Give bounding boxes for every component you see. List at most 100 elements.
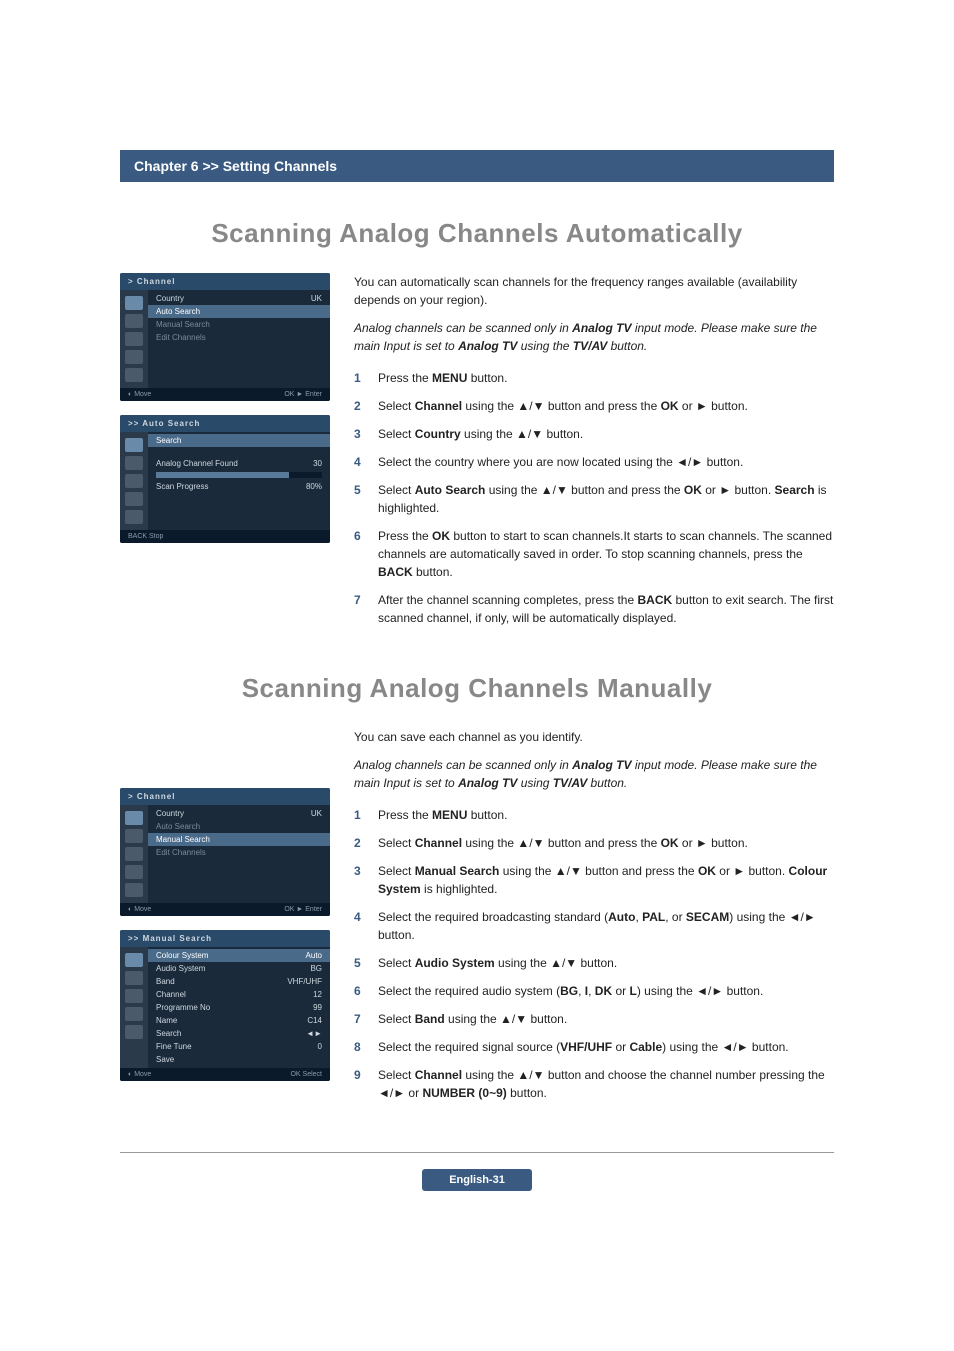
osd-row-value: ◄►	[306, 1029, 322, 1038]
step-number: 3	[354, 425, 368, 443]
osd-row-label: Country	[156, 294, 184, 303]
osd-row-label: Audio System	[156, 964, 205, 973]
osd-title: > Channel	[120, 788, 330, 805]
step-text: After the channel scanning completes, pr…	[378, 591, 834, 627]
osd-progress-bar	[156, 472, 322, 478]
step-number: 5	[354, 954, 368, 972]
step-number: 4	[354, 453, 368, 471]
page-container: Chapter 6 >> Setting Channels Scanning A…	[0, 0, 954, 1251]
osd-icon	[125, 1007, 143, 1021]
chapter-heading: Chapter 6 >> Setting Channels	[120, 150, 834, 182]
osd-icon	[125, 492, 143, 506]
osd-row-label: Edit Channels	[156, 848, 206, 857]
osd-icon	[125, 829, 143, 843]
osd-row-label: Manual Search	[156, 835, 210, 844]
section1-screenshots: > Channel Country UK Auto Search Manual S…	[120, 273, 330, 637]
section-title-auto: Scanning Analog Channels Automatically	[120, 218, 834, 249]
intro-text: You can automatically scan channels for …	[354, 273, 834, 309]
osd-row-label: Save	[156, 1055, 174, 1064]
step-number: 5	[354, 481, 368, 517]
osd-icon	[125, 438, 143, 452]
osd-row-value: C14	[307, 1016, 322, 1025]
osd-auto-search: >> Auto Search Search Analog Channel Fou…	[120, 415, 330, 543]
step-text: Select Channel using the ▲/▼ button and …	[378, 397, 834, 415]
osd-icon	[125, 296, 143, 310]
osd-icon	[125, 989, 143, 1003]
osd-footer-hint: OK ► Enter	[284, 906, 322, 913]
osd-row-value: UK	[311, 294, 322, 303]
osd-title: > Channel	[120, 273, 330, 290]
osd-icon	[125, 314, 143, 328]
osd-footer-hint: ◐ Move	[128, 391, 151, 398]
osd-row-value: VHF/UHF	[287, 977, 322, 986]
osd-row-value: UK	[311, 809, 322, 818]
osd-icon	[125, 1025, 143, 1039]
section2-screenshots: > Channel Country UK Auto Search Manual S…	[120, 728, 330, 1112]
osd-row-value: Auto	[306, 951, 322, 960]
step-text: Select Audio System using the ▲/▼ button…	[378, 954, 834, 972]
step-number: 8	[354, 1038, 368, 1056]
note-text: Analog channels can be scanned only in A…	[354, 319, 834, 355]
step-number: 4	[354, 908, 368, 944]
step-text: Press the MENU button.	[378, 806, 834, 824]
osd-icon	[125, 953, 143, 967]
osd-title: >> Manual Search	[120, 930, 330, 947]
osd-icon	[125, 847, 143, 861]
osd-footer-hint: ◐ Move	[128, 1071, 151, 1078]
osd-row-label: Search	[156, 436, 181, 445]
step-text: Select the required signal source (VHF/U…	[378, 1038, 834, 1056]
step-text: Select the required broadcasting standar…	[378, 908, 834, 944]
osd-row-value: BG	[310, 964, 322, 973]
step-number: 7	[354, 1010, 368, 1028]
osd-row-label: Channel	[156, 990, 186, 999]
note-text: Analog channels can be scanned only in A…	[354, 756, 834, 792]
section2-content: > Channel Country UK Auto Search Manual S…	[120, 728, 834, 1112]
osd-found-value: 30	[313, 459, 322, 468]
osd-icon	[125, 474, 143, 488]
osd-progress-label: Scan Progress	[156, 482, 208, 491]
step-text: Select Channel using the ▲/▼ button and …	[378, 834, 834, 852]
osd-icon	[125, 368, 143, 382]
osd-icon	[125, 811, 143, 825]
osd-row-label: Auto Search	[156, 822, 200, 831]
osd-row-label: Search	[156, 1029, 181, 1038]
osd-row-label: Manual Search	[156, 320, 210, 329]
osd-row-label: Country	[156, 809, 184, 818]
footer-divider	[120, 1152, 834, 1153]
osd-found-label: Analog Channel Found	[156, 459, 238, 468]
step-text: Select Channel using the ▲/▼ button and …	[378, 1066, 834, 1102]
step-number: 3	[354, 862, 368, 898]
osd-icon	[125, 510, 143, 524]
step-text: Select Country using the ▲/▼ button.	[378, 425, 834, 443]
osd-icon	[125, 971, 143, 985]
osd-manual-search: >> Manual Search Colour System Auto Audio…	[120, 930, 330, 1081]
osd-footer-hint: OK Select	[290, 1071, 322, 1078]
step-number: 6	[354, 527, 368, 581]
step-number: 1	[354, 369, 368, 387]
osd-icon	[125, 332, 143, 346]
osd-row-value: 12	[313, 990, 322, 999]
osd-icon	[125, 883, 143, 897]
step-text: Press the MENU button.	[378, 369, 834, 387]
osd-row-label: Auto Search	[156, 307, 200, 316]
osd-row-label: Programme No	[156, 1003, 210, 1012]
step-text: Select the required audio system (BG, I,…	[378, 982, 834, 1000]
page-number-badge: English-31	[422, 1169, 532, 1191]
step-number: 2	[354, 834, 368, 852]
osd-icon	[125, 865, 143, 879]
osd-channel-menu: > Channel Country UK Auto Search Manual S…	[120, 273, 330, 401]
osd-channel-menu-2: > Channel Country UK Auto Search Manual S…	[120, 788, 330, 916]
section2-text: You can save each channel as you identif…	[354, 728, 834, 1112]
step-text: Select Auto Search using the ▲/▼ button …	[378, 481, 834, 517]
step-number: 1	[354, 806, 368, 824]
step-text: Select Band using the ▲/▼ button.	[378, 1010, 834, 1028]
osd-row-label: Colour System	[156, 951, 208, 960]
osd-footer-hint: OK ► Enter	[284, 391, 322, 398]
osd-row-label: Edit Channels	[156, 333, 206, 342]
section-title-manual: Scanning Analog Channels Manually	[120, 673, 834, 704]
intro-text: You can save each channel as you identif…	[354, 728, 834, 746]
step-text: Select the country where you are now loc…	[378, 453, 834, 471]
osd-footer-hint: BACK Stop	[128, 533, 163, 540]
section1-text: You can automatically scan channels for …	[354, 273, 834, 637]
osd-row-label: Band	[156, 977, 175, 986]
